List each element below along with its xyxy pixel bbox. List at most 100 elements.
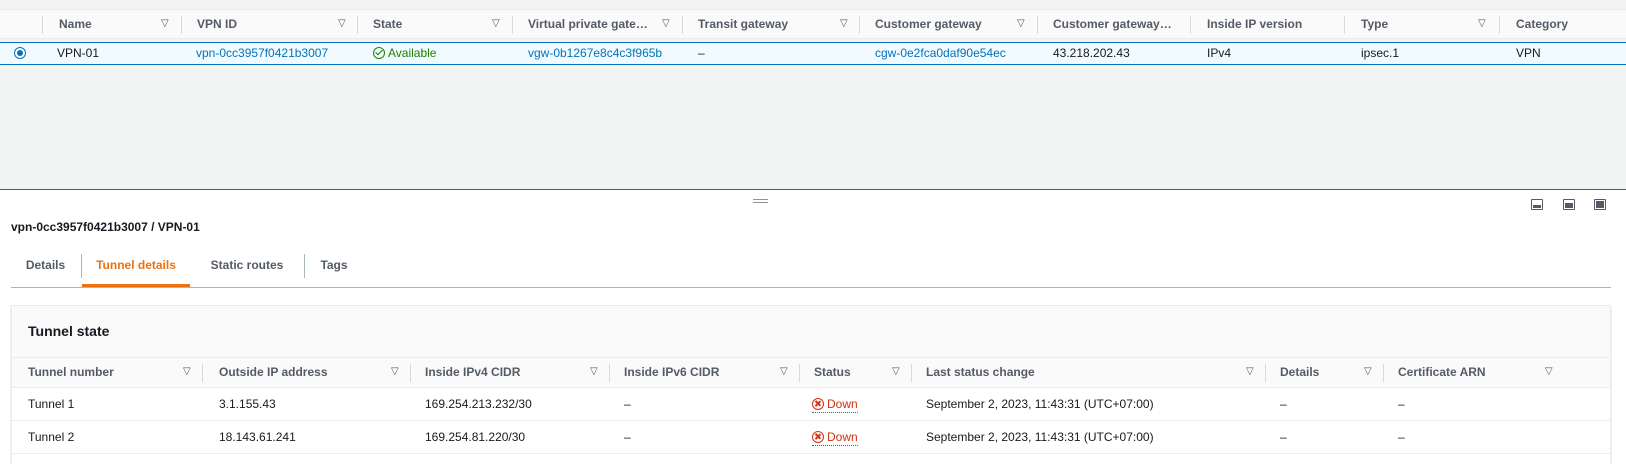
column-separator[interactable] bbox=[1499, 16, 1500, 34]
table-row: Tunnel 2 18.143.61.241 169.254.81.220/30… bbox=[12, 421, 1610, 454]
row-select-radio[interactable] bbox=[14, 47, 26, 59]
column-header-tunnel-number[interactable]: Tunnel number bbox=[28, 358, 168, 388]
split-panel-drag-handle[interactable] bbox=[753, 199, 768, 203]
cell-last-status-change: September 2, 2023, 11:43:31 (UTC+07:00) bbox=[926, 430, 1154, 444]
cell-category: VPN bbox=[1516, 46, 1541, 60]
sort-icon[interactable]: ▽ bbox=[338, 10, 346, 40]
table-row: Tunnel 1 3.1.155.43 169.254.213.232/30 –… bbox=[12, 388, 1610, 421]
column-header-vpn-id[interactable]: VPN ID bbox=[197, 10, 327, 40]
cell-inside-ipv6-cidr: – bbox=[624, 430, 631, 444]
tab-static-routes[interactable]: Static routes bbox=[191, 250, 303, 287]
column-separator[interactable] bbox=[609, 364, 610, 382]
column-separator[interactable] bbox=[799, 364, 800, 382]
cell-certificate-arn: – bbox=[1398, 397, 1405, 411]
cell-outside-ip: 3.1.155.43 bbox=[219, 397, 276, 411]
column-header-last-status-change[interactable]: Last status change bbox=[926, 358, 1226, 388]
sort-icon[interactable]: ▽ bbox=[590, 358, 598, 388]
status-down[interactable]: Down bbox=[812, 388, 858, 421]
column-header-name[interactable]: Name bbox=[59, 10, 149, 40]
column-header-details[interactable]: Details bbox=[1280, 358, 1350, 388]
tab-tunnel-details[interactable]: Tunnel details bbox=[82, 250, 190, 287]
column-separator[interactable] bbox=[1037, 16, 1038, 34]
column-header-inside-ipv4-cidr[interactable]: Inside IPv4 CIDR bbox=[425, 358, 585, 388]
vpn-table-header: Name ▽ VPN ID ▽ State ▽ Virtual private … bbox=[0, 9, 1626, 39]
column-separator[interactable] bbox=[859, 16, 860, 34]
column-header-outside-ip[interactable]: Outside IP address bbox=[219, 358, 379, 388]
cell-outside-ip: 18.143.61.241 bbox=[219, 430, 296, 444]
column-separator[interactable] bbox=[42, 16, 43, 34]
sort-icon[interactable]: ▽ bbox=[183, 358, 191, 388]
cell-details: – bbox=[1280, 430, 1287, 444]
sort-icon[interactable]: ▽ bbox=[840, 10, 848, 40]
sort-icon[interactable]: ▽ bbox=[1017, 10, 1025, 40]
sort-icon[interactable]: ▽ bbox=[662, 10, 670, 40]
status-down[interactable]: Down bbox=[812, 421, 858, 454]
state-text: Available bbox=[388, 46, 437, 60]
sort-icon[interactable]: ▽ bbox=[1246, 358, 1254, 388]
column-separator[interactable] bbox=[911, 364, 912, 382]
cell-tunnel-number: Tunnel 1 bbox=[28, 397, 75, 411]
state-badge: Available bbox=[373, 43, 436, 63]
sort-icon[interactable]: ▽ bbox=[161, 10, 169, 40]
cell-certificate-arn: – bbox=[1398, 430, 1405, 444]
column-header-category[interactable]: Category bbox=[1516, 10, 1626, 40]
column-separator[interactable] bbox=[682, 16, 683, 34]
cell-inside-ip-version: IPv4 bbox=[1207, 46, 1232, 60]
column-separator[interactable] bbox=[1265, 364, 1266, 382]
column-header-customer-gateway[interactable]: Customer gateway bbox=[875, 10, 1005, 40]
column-separator[interactable] bbox=[1344, 16, 1345, 34]
sort-icon[interactable]: ▽ bbox=[1478, 10, 1486, 40]
column-header-inside-ip-version[interactable]: Inside IP version bbox=[1207, 10, 1337, 40]
cell-details: – bbox=[1280, 397, 1287, 411]
column-header-status[interactable]: Status bbox=[814, 358, 884, 388]
tab-details[interactable]: Details bbox=[11, 250, 80, 287]
cell-transit-gateway: – bbox=[698, 46, 705, 60]
tunnel-state-container: Tunnel state Tunnel number ▽ Outside IP … bbox=[11, 305, 1611, 464]
column-separator[interactable] bbox=[357, 16, 358, 34]
cell-last-status-change: September 2, 2023, 11:43:31 (UTC+07:00) bbox=[926, 397, 1154, 411]
cell-type: ipsec.1 bbox=[1361, 46, 1400, 60]
sort-icon[interactable]: ▽ bbox=[780, 358, 788, 388]
vpn-id-link[interactable]: vpn-0cc3957f0421b3007 bbox=[196, 43, 328, 63]
column-separator[interactable] bbox=[410, 364, 411, 382]
column-separator[interactable] bbox=[1383, 364, 1384, 382]
cell-inside-ipv4-cidr: 169.254.81.220/30 bbox=[425, 430, 526, 444]
panel-full-icon[interactable] bbox=[1594, 199, 1606, 210]
column-separator[interactable] bbox=[202, 364, 203, 382]
column-header-state[interactable]: State bbox=[373, 10, 483, 40]
column-header-inside-ipv6-cidr[interactable]: Inside IPv6 CIDR bbox=[624, 358, 764, 388]
column-header-virtual-private-gateway[interactable]: Virtual private gateway bbox=[528, 10, 653, 40]
customer-gateway-link[interactable]: cgw-0e2fca0daf90e54ec bbox=[875, 43, 1006, 63]
panel-half-icon[interactable] bbox=[1563, 199, 1575, 210]
vpn-connections-table: Name ▽ VPN ID ▽ State ▽ Virtual private … bbox=[0, 0, 1626, 190]
sort-icon[interactable]: ▽ bbox=[1364, 358, 1372, 388]
virtual-private-gateway-link[interactable]: vgw-0b1267e8c4c3f965b bbox=[528, 43, 662, 63]
sort-icon[interactable]: ▽ bbox=[1545, 358, 1553, 388]
column-separator[interactable] bbox=[1190, 16, 1191, 34]
tunnel-table-header: Tunnel number ▽ Outside IP address ▽ Ins… bbox=[12, 358, 1610, 388]
cell-tunnel-number: Tunnel 2 bbox=[28, 430, 75, 444]
sort-icon[interactable]: ▽ bbox=[492, 10, 500, 40]
status-text: Down bbox=[827, 430, 858, 444]
check-circle-icon bbox=[373, 47, 385, 59]
cell-inside-ipv6-cidr: – bbox=[624, 397, 631, 411]
error-x-icon bbox=[812, 398, 824, 410]
sort-icon[interactable]: ▽ bbox=[391, 358, 399, 388]
tunnel-state-title: Tunnel state bbox=[28, 323, 110, 339]
column-header-type[interactable]: Type bbox=[1361, 10, 1461, 40]
column-header-customer-gateway-address[interactable]: Customer gateway ad... bbox=[1053, 10, 1175, 40]
detail-title: vpn-0cc3957f0421b3007 / VPN-01 bbox=[11, 220, 200, 234]
tunnel-state-header: Tunnel state bbox=[12, 306, 1610, 358]
column-separator[interactable] bbox=[512, 16, 513, 34]
column-separator[interactable] bbox=[181, 16, 182, 34]
detail-tabs: Details Tunnel details Static routes Tag… bbox=[11, 250, 1611, 288]
tab-tags[interactable]: Tags bbox=[305, 250, 363, 287]
cell-customer-gateway-address: 43.218.202.43 bbox=[1053, 46, 1130, 60]
panel-bottom-icon[interactable] bbox=[1531, 199, 1543, 210]
table-row-selected[interactable]: VPN-01 vpn-0cc3957f0421b3007 Available v… bbox=[0, 42, 1626, 65]
column-header-certificate-arn[interactable]: Certificate ARN bbox=[1398, 358, 1528, 388]
sort-icon[interactable]: ▽ bbox=[892, 358, 900, 388]
error-x-icon bbox=[812, 431, 824, 443]
cell-name: VPN-01 bbox=[57, 46, 100, 60]
column-header-transit-gateway[interactable]: Transit gateway bbox=[698, 10, 843, 40]
